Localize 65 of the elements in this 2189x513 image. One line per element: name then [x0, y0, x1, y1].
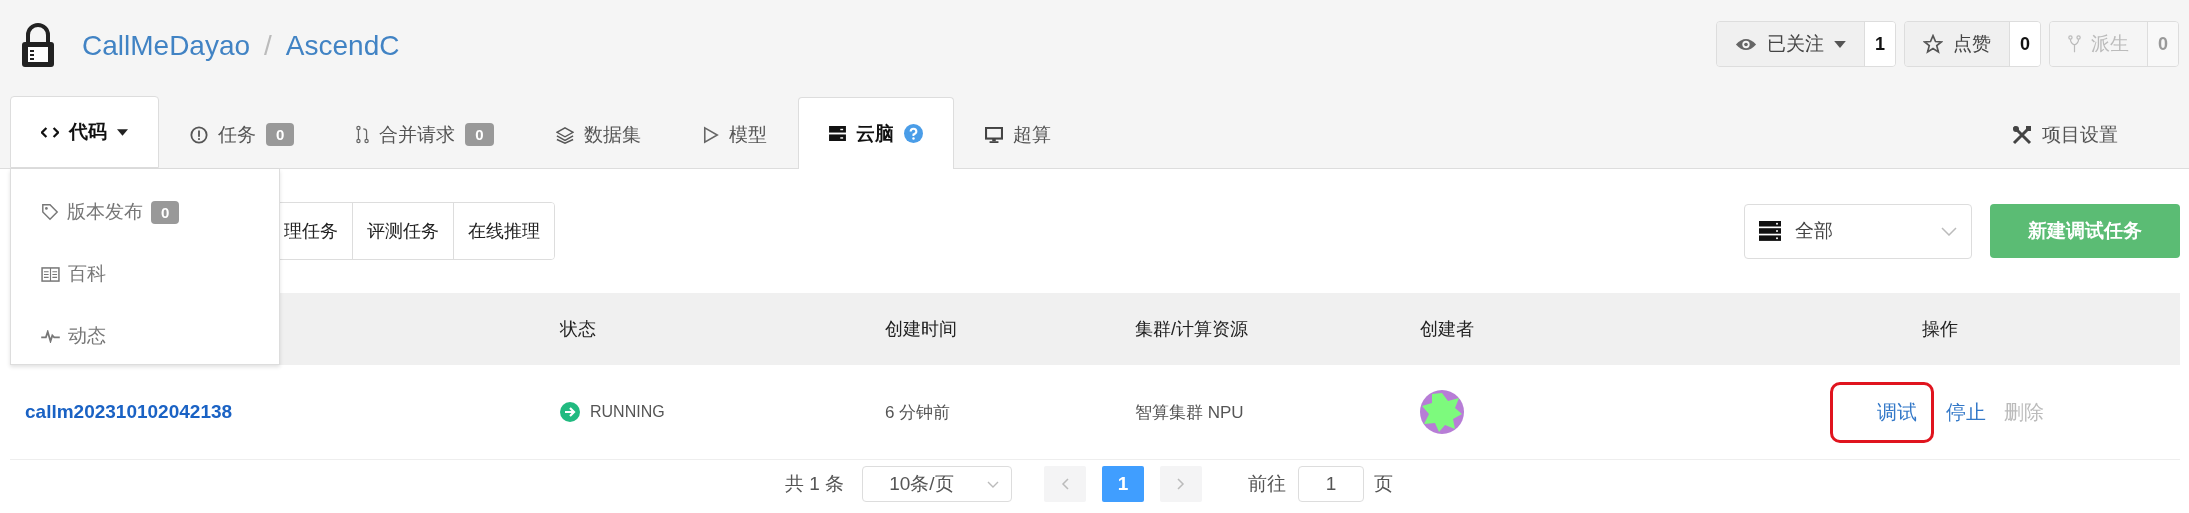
- server-icon: [828, 126, 846, 141]
- code-tab[interactable]: 代码: [10, 96, 159, 168]
- layers-icon: [555, 125, 574, 144]
- caret-icon: [117, 128, 128, 136]
- task-name-link[interactable]: callm202310102042138: [25, 401, 233, 423]
- arrow-circle-icon: [560, 402, 580, 422]
- repo-name-link[interactable]: AscendC: [285, 30, 400, 62]
- column-header: 创建时间: [885, 319, 957, 339]
- count-badge: 0: [266, 123, 295, 146]
- repo-owner-link[interactable]: CallMeDayao: [82, 30, 251, 62]
- count-badge: 0: [465, 123, 494, 146]
- tools-icon: [2012, 124, 2032, 145]
- code-icon: [41, 125, 59, 139]
- filter-select[interactable]: 全部: [1744, 203, 1972, 259]
- next-page-button[interactable]: [1160, 466, 1203, 502]
- avatar-icon: [1420, 390, 1464, 434]
- chevron-down-icon: [987, 480, 1000, 488]
- action-link[interactable]: 停止: [1940, 384, 1992, 440]
- exclamation-circle-icon: [190, 125, 208, 144]
- nav-tab[interactable]: 云脑: [797, 97, 954, 169]
- help-icon: [903, 124, 923, 143]
- tag-icon: [41, 203, 59, 221]
- page-size-select[interactable]: 10条/页: [862, 466, 1013, 502]
- server-icon: [1759, 221, 1781, 241]
- path-separator: /: [264, 30, 272, 62]
- status-text: RUNNING: [590, 403, 665, 421]
- created-time: 6 分钟前: [885, 401, 951, 424]
- chevron-right-icon: [1177, 478, 1186, 490]
- page-input[interactable]: 1: [1298, 466, 1365, 502]
- sub-tab[interactable]: 在线推理: [453, 203, 554, 259]
- star-button[interactable]: 点赞: [1904, 22, 2010, 66]
- count-badge: 0: [151, 200, 180, 224]
- settings-tab[interactable]: 项目设置: [1981, 99, 2149, 169]
- highlighted-action-link[interactable]: 调试: [1830, 381, 1934, 443]
- book-icon: [41, 266, 60, 282]
- nav-tab[interactable]: 超算: [953, 99, 1082, 169]
- nav-tab[interactable]: 数据集: [524, 99, 672, 169]
- count-label: 0: [2009, 22, 2040, 66]
- column-header: 操作: [1922, 319, 1958, 339]
- monitor-icon: [984, 126, 1003, 143]
- column-header: 集群/计算资源: [1135, 319, 1248, 339]
- menu-item[interactable]: 动态: [11, 305, 279, 367]
- cluster-text: 智算集群 NPU: [1135, 401, 1244, 424]
- eye-icon: [1734, 36, 1757, 52]
- chevron-down-icon: [1941, 226, 1957, 236]
- nav-tab[interactable]: 任务 0: [159, 99, 326, 169]
- total-count: 共 1 条: [785, 472, 845, 496]
- menu-item[interactable]: 百科: [11, 243, 279, 305]
- column-header: 创建者: [1420, 319, 1474, 339]
- play-icon: [702, 125, 719, 144]
- star-icon: [1922, 34, 1943, 54]
- menu-item[interactable]: 版本发布 0: [11, 181, 279, 243]
- merge-icon: [356, 125, 370, 144]
- page-suffix: 页: [1374, 472, 1394, 496]
- caret-icon: [1833, 40, 1846, 48]
- chevron-left-icon: [1061, 478, 1070, 490]
- nav-tab[interactable]: 合并请求 0: [325, 99, 525, 169]
- nav-tab[interactable]: 模型: [671, 99, 798, 169]
- count-label: 1: [1864, 22, 1895, 66]
- watch-button[interactable]: 已关注: [1716, 22, 1865, 66]
- column-header: 状态: [560, 319, 596, 339]
- previous-page-button[interactable]: [1044, 466, 1087, 502]
- fork-icon: [2068, 35, 2081, 53]
- goto-label: 前往: [1248, 472, 1287, 496]
- pulse-icon: [41, 329, 60, 343]
